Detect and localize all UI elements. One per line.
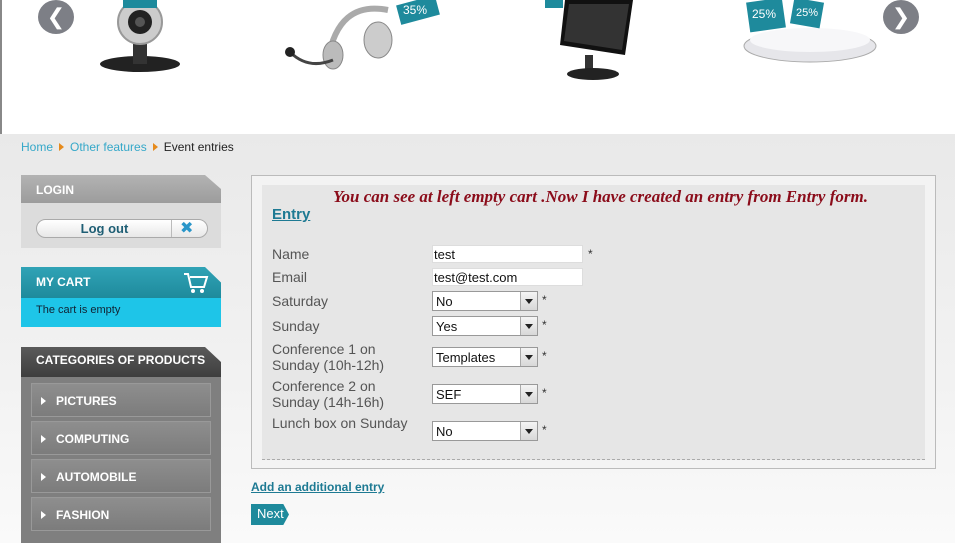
email-field[interactable]: test@test.com [432,268,583,286]
chevron-left-icon[interactable]: ❮ [38,0,74,34]
chevron-right-icon[interactable]: ❯ [883,0,919,34]
lunch-label: Lunch box on Sunday [272,415,408,431]
product-carousel: ❮ 35% 25% 25% ❯ [0,0,955,134]
lunch-select[interactable]: No [432,421,538,441]
saturday-label: Saturday [272,293,329,309]
chevron-down-icon[interactable] [520,385,537,403]
saturday-select[interactable]: No [432,291,538,311]
caret-right-icon [41,473,46,481]
sunday-label: Sunday [272,318,320,334]
category-label: FASHION [56,508,110,522]
login-heading: LOGIN [21,175,221,203]
caret-right-icon [41,397,46,405]
category-item-automobile[interactable]: AUTOMOBILE [31,459,211,493]
breadcrumb-separator-icon [59,143,65,151]
chevron-down-icon[interactable] [520,348,537,366]
required-star: * [542,293,547,307]
conference1-value: Templates [436,350,496,365]
login-box: Log out ✖ [21,203,221,248]
badge-25a: 25% [752,7,776,21]
form-title: Entry [272,206,311,223]
required-star: * [588,247,593,261]
required-star: * [542,349,547,363]
chevron-down-icon[interactable] [520,317,537,335]
logout-label: Log out [80,221,129,236]
badge-35: 35% [403,3,427,17]
breadcrumb-other-features[interactable]: Other features [70,140,147,154]
email-label: Email [272,269,308,285]
required-star: * [542,423,547,437]
badge-25b: 25% [796,7,818,19]
category-item-computing[interactable]: COMPUTING [31,421,211,455]
category-label: COMPUTING [56,432,130,446]
banner-edge [0,0,2,134]
caret-right-icon [41,435,46,443]
logout-divider [171,220,172,237]
next-glyph: ❯ [891,4,911,29]
monitor-image[interactable] [545,0,635,82]
category-item-pictures[interactable]: PICTURES [31,383,211,417]
chevron-down-icon[interactable] [520,422,537,440]
close-icon[interactable]: ✖ [180,218,193,238]
categories-list: PICTURES COMPUTING AUTOMOBILE FASHION [21,377,221,543]
name-field[interactable]: test [432,245,583,263]
caret-right-icon [41,511,46,519]
category-label: AUTOMOBILE [56,470,137,484]
headset-image[interactable]: 35% [278,0,448,80]
annotation-note: You can see at left empty cart .Now I ha… [333,187,868,206]
conference1-select[interactable]: Templates [432,347,538,367]
main-content: Home Other features Event entries LOGIN … [0,134,955,543]
logout-button[interactable]: Log out ✖ [36,219,208,238]
conference2-label: Conference 2 on Sunday (14h-16h) [272,378,385,410]
category-item-fashion[interactable]: FASHION [31,497,211,531]
prev-glyph: ❮ [46,4,66,29]
name-label: Name [272,246,310,262]
categories-heading: CATEGORIES OF PRODUCTS [21,347,221,377]
lunch-value: No [436,424,453,439]
webcam-image[interactable] [95,0,210,76]
conference2-select[interactable]: SEF [432,384,538,404]
add-entry-link[interactable]: Add an additional entry [251,480,384,494]
category-label: PICTURES [56,394,117,408]
mouse-image[interactable]: 25% 25% [740,0,880,66]
cart-status: The cart is empty [21,298,221,327]
next-button[interactable]: Next [251,504,289,525]
sunday-value: Yes [436,319,458,334]
saturday-value: No [436,294,453,309]
breadcrumb-current: Event entries [163,140,234,154]
conference2-value: SEF [436,387,462,402]
chevron-down-icon[interactable] [520,292,537,310]
breadcrumb-separator-icon [152,143,158,151]
cart-icon[interactable] [183,271,209,295]
required-star: * [542,318,547,332]
required-star: * [542,386,547,400]
breadcrumb-home[interactable]: Home [21,140,53,154]
sunday-select[interactable]: Yes [432,316,538,336]
conference1-label: Conference 1 on Sunday (10h-12h) [272,341,385,373]
breadcrumb: Home Other features Event entries [21,140,234,154]
